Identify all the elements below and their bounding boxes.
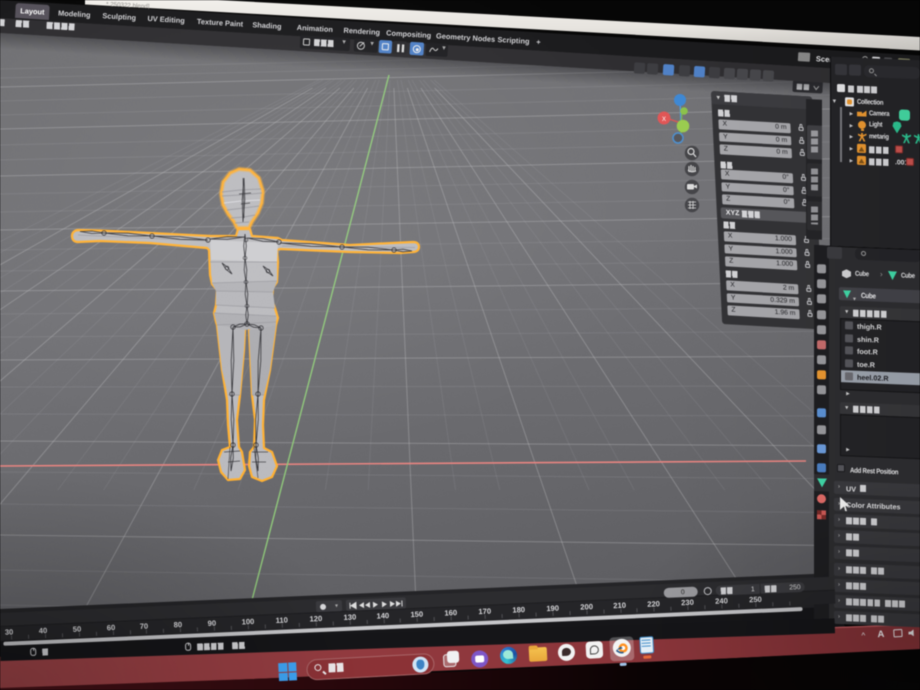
svg-text:X: X xyxy=(662,117,666,123)
